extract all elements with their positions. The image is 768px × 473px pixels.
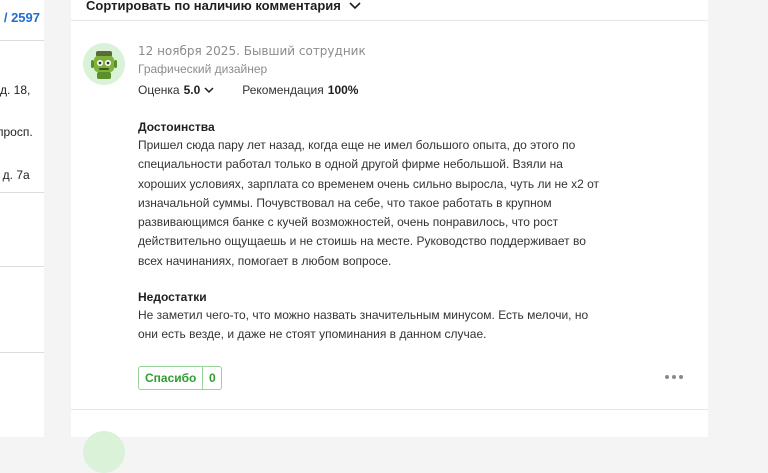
dot — [672, 375, 676, 379]
recommendation-value: 100% — [327, 83, 359, 97]
more-dots-icon[interactable] — [665, 369, 683, 385]
address-fragment: , д. 7а — [0, 168, 30, 182]
sort-label: Сортировать по наличию комментария — [86, 0, 341, 13]
divider — [0, 266, 44, 267]
thanks-label: Спасибо — [139, 367, 204, 389]
chevron-down-icon[interactable] — [204, 83, 214, 97]
divider — [0, 352, 44, 353]
thanks-button[interactable]: Спасибо 0 — [138, 366, 223, 390]
pros-title: Достоинства — [138, 120, 215, 134]
cons-text: Не заметил чего-то, что можно назвать зн… — [138, 308, 589, 342]
review-date-status: 12 ноября 2025. Бывший сотрудник — [138, 44, 366, 58]
divider — [71, 20, 708, 21]
results-counter: 7 / 2597 — [0, 10, 40, 25]
review-list: Сортировать по наличию комментария 12 но… — [71, 0, 708, 473]
dot — [665, 375, 669, 379]
rating-value[interactable]: 5.0 — [184, 83, 201, 97]
robot-avatar-icon — [91, 51, 117, 79]
rating-row: Оценка 5.0 Рекомендация 100% — [138, 83, 358, 97]
thanks-count: 0 — [209, 371, 216, 385]
rating-label: Оценка — [138, 83, 180, 97]
divider — [71, 409, 708, 410]
dot — [679, 375, 683, 379]
recommendation-label: Рекомендация — [242, 83, 324, 97]
sort-dropdown[interactable]: Сортировать по наличию комментария — [86, 0, 361, 15]
chevron-down-icon — [349, 0, 361, 13]
reviewer-position: Графический дизайнер — [138, 62, 268, 76]
left-sidebar: 7 / 2597 д. 18, просп. , д. 7а — [0, 0, 44, 437]
pros-text: Пришел сюда пару лет назад, когда еще не… — [138, 138, 600, 268]
avatar — [83, 43, 125, 85]
divider — [0, 192, 44, 193]
avatar — [83, 431, 125, 473]
divider — [0, 40, 44, 41]
address-fragment: просп. — [0, 125, 33, 139]
cons-title: Недостатки — [138, 290, 207, 304]
address-fragment: д. 18, — [0, 83, 31, 97]
